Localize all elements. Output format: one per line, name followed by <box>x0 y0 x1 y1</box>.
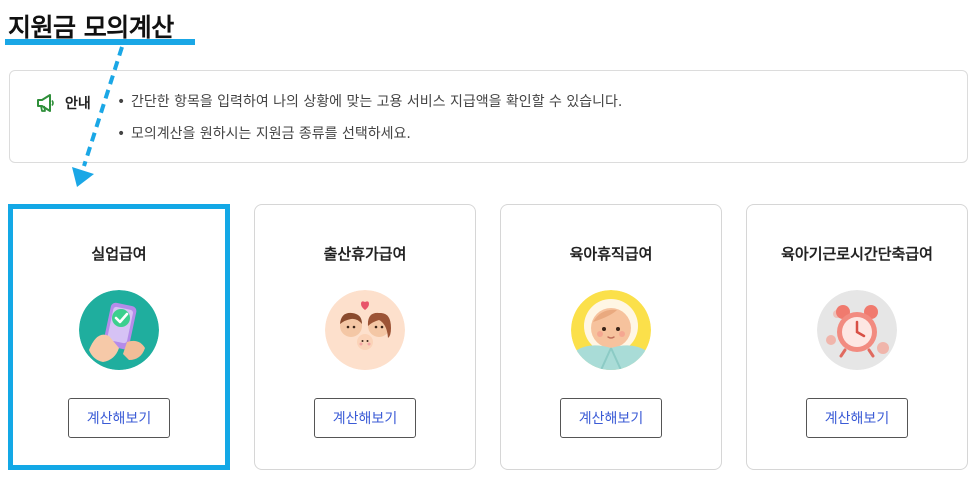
notice-item: 모의계산을 원하시는 지원금 종류를 선택하세요. <box>117 124 622 156</box>
megaphone-icon <box>35 92 57 114</box>
card-title: 실업급여 <box>91 245 147 263</box>
card-title: 출산휴가급여 <box>323 245 407 263</box>
notice-label: 안내 <box>65 96 91 112</box>
phone-check-hand-icon <box>79 290 159 370</box>
family-baby-icon <box>325 290 405 370</box>
swaddled-baby-icon <box>571 290 651 370</box>
card-maternity-leave-benefit[interactable]: 출산휴가급여 계산해보기 <box>254 204 476 470</box>
card-title: 육아휴직급여 <box>569 245 653 263</box>
calculate-button[interactable]: 계산해보기 <box>560 398 662 438</box>
card-title: 육아기근로시간단축급여 <box>781 245 933 263</box>
notice-box: 안내 간단한 항목을 입력하여 나의 상황에 맞는 고용 서비스 지급액을 확인… <box>9 70 968 163</box>
notice-list: 간단한 항목을 입력하여 나의 상황에 맞는 고용 서비스 지급액을 확인할 수… <box>117 92 622 156</box>
calculate-button[interactable]: 계산해보기 <box>68 398 170 438</box>
card-unemployment-benefit[interactable]: 실업급여 계산해보기 <box>8 204 230 470</box>
calculate-button[interactable]: 계산해보기 <box>806 398 908 438</box>
calculate-button[interactable]: 계산해보기 <box>314 398 416 438</box>
card-parental-leave-benefit[interactable]: 육아휴직급여 계산해보기 <box>500 204 722 470</box>
title-underline <box>5 39 195 45</box>
alarm-clock-icon <box>817 290 897 370</box>
notice-item: 간단한 항목을 입력하여 나의 상황에 맞는 고용 서비스 지급액을 확인할 수… <box>117 92 622 124</box>
card-reduced-hours-benefit[interactable]: 육아기근로시간단축급여 계산해보기 <box>746 204 968 470</box>
